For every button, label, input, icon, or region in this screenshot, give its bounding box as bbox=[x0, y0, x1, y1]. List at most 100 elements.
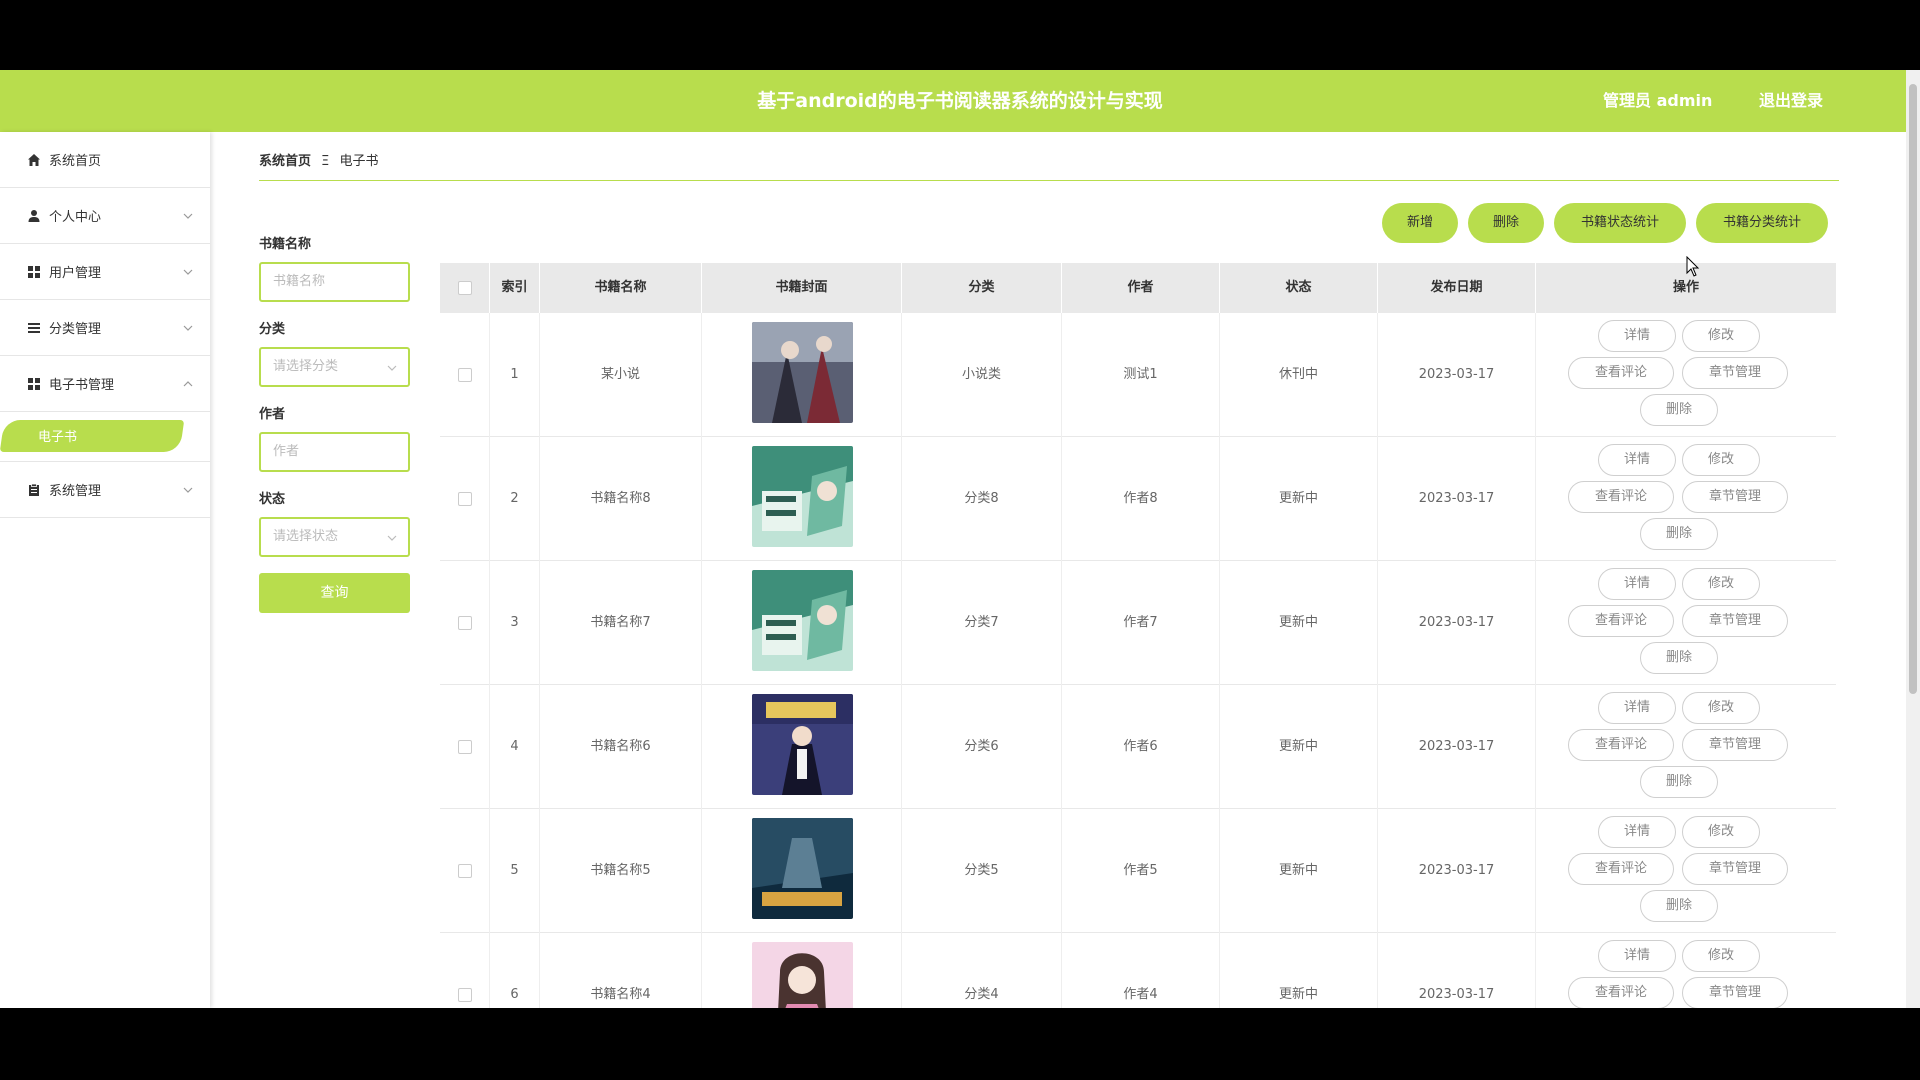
chevron-down-icon bbox=[387, 365, 397, 371]
breadcrumb-home[interactable]: 系统首页 bbox=[259, 154, 311, 169]
filter-name-input[interactable]: 书籍名称 bbox=[259, 262, 410, 302]
book-cover-image[interactable] bbox=[752, 694, 853, 795]
sidebar-item-ebooks[interactable]: 电子书管理 bbox=[0, 356, 210, 412]
edit-button[interactable]: 修改 bbox=[1682, 940, 1760, 972]
filter-author-input[interactable]: 作者 bbox=[259, 432, 410, 472]
row-delete-button[interactable]: 删除 bbox=[1640, 518, 1718, 550]
view-comments-button[interactable]: 查看评论 bbox=[1568, 357, 1674, 389]
row-delete-button[interactable]: 删除 bbox=[1640, 642, 1718, 674]
row-cover-cell bbox=[702, 313, 902, 437]
chapter-manage-button[interactable]: 章节管理 bbox=[1682, 481, 1788, 513]
row-delete-button[interactable]: 删除 bbox=[1640, 890, 1718, 922]
row-checkbox[interactable] bbox=[458, 740, 472, 754]
book-cover-image[interactable] bbox=[752, 818, 853, 919]
edit-button[interactable]: 修改 bbox=[1682, 816, 1760, 848]
row-category: 分类8 bbox=[902, 437, 1062, 561]
chapter-manage-button[interactable]: 章节管理 bbox=[1682, 977, 1788, 1008]
add-button[interactable]: 新增 bbox=[1382, 203, 1458, 243]
header-date: 发布日期 bbox=[1378, 263, 1536, 313]
row-index: 4 bbox=[490, 685, 540, 809]
row-index: 2 bbox=[490, 437, 540, 561]
view-comments-button[interactable]: 查看评论 bbox=[1568, 481, 1674, 513]
row-author: 作者8 bbox=[1062, 437, 1220, 561]
row-status: 更新中 bbox=[1220, 933, 1378, 1008]
grid-icon bbox=[27, 377, 41, 391]
row-index: 6 bbox=[490, 933, 540, 1008]
row-index: 5 bbox=[490, 809, 540, 933]
breadcrumb: 系统首页 Ξ 电子书 bbox=[259, 150, 379, 169]
sidebar-item-categories[interactable]: 分类管理 bbox=[0, 300, 210, 356]
logout-link[interactable]: 退出登录 bbox=[1759, 70, 1823, 132]
view-comments-button[interactable]: 查看评论 bbox=[1568, 729, 1674, 761]
chapter-manage-button[interactable]: 章节管理 bbox=[1682, 357, 1788, 389]
sidebar-item-profile[interactable]: 个人中心 bbox=[0, 188, 210, 244]
row-checkbox[interactable] bbox=[458, 368, 472, 382]
edit-button[interactable]: 修改 bbox=[1682, 692, 1760, 724]
row-checkbox[interactable] bbox=[458, 988, 472, 1002]
filter-status-label: 状态 bbox=[259, 492, 286, 507]
book-cover-image[interactable] bbox=[752, 942, 853, 1008]
edit-button[interactable]: 修改 bbox=[1682, 320, 1760, 352]
header-cover: 书籍封面 bbox=[702, 263, 902, 313]
sidebar-item-users[interactable]: 用户管理 bbox=[0, 244, 210, 300]
row-checkbox[interactable] bbox=[458, 616, 472, 630]
row-select-cell bbox=[440, 933, 490, 1008]
detail-button[interactable]: 详情 bbox=[1598, 444, 1676, 476]
row-checkbox[interactable] bbox=[458, 492, 472, 506]
row-date: 2023-03-17 bbox=[1378, 933, 1536, 1008]
filter-category-label: 分类 bbox=[259, 322, 286, 337]
active-indicator bbox=[0, 420, 185, 452]
row-date: 2023-03-17 bbox=[1378, 437, 1536, 561]
chevron-down-icon bbox=[183, 269, 193, 275]
sidebar-subitem-ebook[interactable]: 电子书 bbox=[38, 426, 77, 445]
detail-button[interactable]: 详情 bbox=[1598, 568, 1676, 600]
filter-status-select[interactable]: 请选择状态 bbox=[259, 517, 410, 557]
table-row: 4 书籍名称6 分类6 作者6 更新中 2023-03-17 详情 修改 查看评… bbox=[440, 685, 1836, 809]
select-all-checkbox[interactable] bbox=[458, 281, 472, 295]
detail-button[interactable]: 详情 bbox=[1598, 816, 1676, 848]
scrollbar-thumb[interactable] bbox=[1909, 84, 1917, 694]
sidebar-item-home[interactable]: 系统首页 bbox=[0, 132, 210, 188]
breadcrumb-divider bbox=[259, 180, 1839, 181]
view-comments-button[interactable]: 查看评论 bbox=[1568, 853, 1674, 885]
chapter-manage-button[interactable]: 章节管理 bbox=[1682, 853, 1788, 885]
view-comments-button[interactable]: 查看评论 bbox=[1568, 977, 1674, 1008]
row-actions: 详情 修改 查看评论 章节管理 删除 bbox=[1536, 809, 1836, 933]
row-date: 2023-03-17 bbox=[1378, 809, 1536, 933]
current-user: 管理员 admin bbox=[1603, 91, 1713, 110]
row-status: 更新中 bbox=[1220, 685, 1378, 809]
row-delete-button[interactable]: 删除 bbox=[1640, 766, 1718, 798]
status-stats-button[interactable]: 书籍状态统计 bbox=[1554, 203, 1686, 243]
edit-button[interactable]: 修改 bbox=[1682, 444, 1760, 476]
filter-status-placeholder: 请选择状态 bbox=[273, 529, 339, 544]
book-cover-image[interactable] bbox=[752, 446, 853, 547]
table-row: 3 书籍名称7 分类7 作者7 更新中 2023-03-17 详情 修改 查看评… bbox=[440, 561, 1836, 685]
book-cover-image[interactable] bbox=[752, 570, 853, 671]
query-button[interactable]: 查询 bbox=[259, 573, 410, 613]
row-name: 书籍名称6 bbox=[540, 685, 702, 809]
filter-category-select[interactable]: 请选择分类 bbox=[259, 347, 410, 387]
detail-button[interactable]: 详情 bbox=[1598, 320, 1676, 352]
sidebar-submenu-ebook: 电子书 bbox=[0, 412, 210, 462]
chapter-manage-button[interactable]: 章节管理 bbox=[1682, 605, 1788, 637]
delete-button[interactable]: 删除 bbox=[1468, 203, 1544, 243]
sidebar-item-label: 电子书管理 bbox=[49, 378, 115, 393]
detail-button[interactable]: 详情 bbox=[1598, 692, 1676, 724]
category-stats-button[interactable]: 书籍分类统计 bbox=[1696, 203, 1828, 243]
row-status: 更新中 bbox=[1220, 437, 1378, 561]
row-status: 休刊中 bbox=[1220, 313, 1378, 437]
row-select-cell bbox=[440, 809, 490, 933]
edit-button[interactable]: 修改 bbox=[1682, 568, 1760, 600]
sidebar-item-label: 个人中心 bbox=[49, 210, 102, 225]
filter-name-label: 书籍名称 bbox=[259, 237, 312, 252]
row-status: 更新中 bbox=[1220, 561, 1378, 685]
row-checkbox[interactable] bbox=[458, 864, 472, 878]
book-cover-image[interactable] bbox=[752, 322, 853, 423]
row-delete-button[interactable]: 删除 bbox=[1640, 394, 1718, 426]
detail-button[interactable]: 详情 bbox=[1598, 940, 1676, 972]
sidebar-item-system[interactable]: 系统管理 bbox=[0, 462, 210, 518]
view-comments-button[interactable]: 查看评论 bbox=[1568, 605, 1674, 637]
breadcrumb-current: 电子书 bbox=[339, 154, 379, 169]
scrollbar[interactable] bbox=[1906, 70, 1920, 1008]
chapter-manage-button[interactable]: 章节管理 bbox=[1682, 729, 1788, 761]
